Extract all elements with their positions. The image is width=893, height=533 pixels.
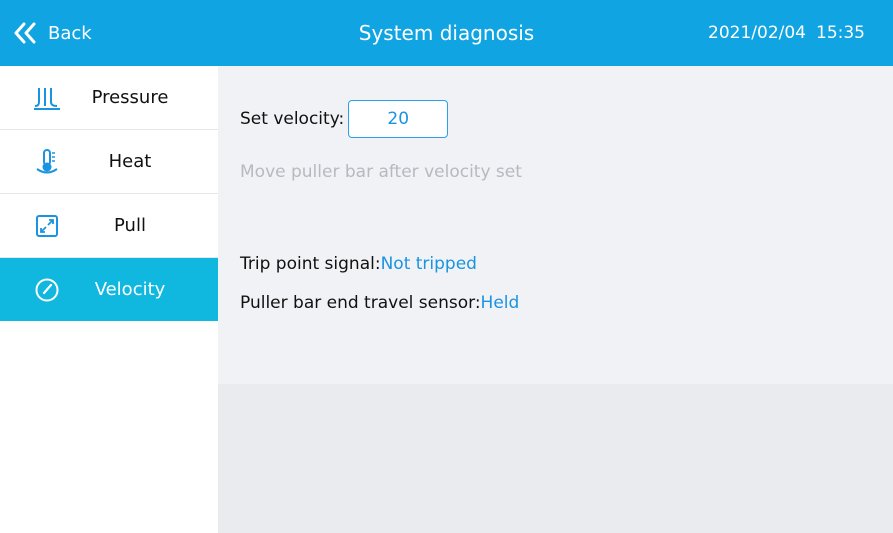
- set-velocity-row: Set velocity:: [240, 100, 449, 138]
- back-button[interactable]: Back: [12, 0, 92, 66]
- travel-sensor-label: Puller bar end travel sensor:: [240, 293, 481, 313]
- sidebar-item-label: Velocity: [94, 279, 166, 300]
- velocity-hint: Move puller bar after velocity set: [240, 162, 522, 182]
- main-content: Set velocity: Move puller bar after velo…: [218, 66, 893, 533]
- trip-signal-row: Trip point signal:Not tripped: [240, 254, 477, 274]
- sidebar: Pressure Heat Pull Velocity: [0, 66, 218, 533]
- header-bar: Back System diagnosis 2021/02/04 15:35: [0, 0, 893, 66]
- double-chevron-left-icon: [14, 22, 36, 44]
- sidebar-item-heat[interactable]: Heat: [0, 130, 218, 194]
- sidebar-item-velocity[interactable]: Velocity: [0, 258, 218, 321]
- travel-sensor-value: Held: [480, 293, 520, 313]
- sidebar-item-label: Heat: [108, 151, 152, 172]
- sidebar-item-pressure[interactable]: Pressure: [0, 66, 218, 130]
- datetime: 2021/02/04 15:35: [708, 0, 865, 66]
- time-text: 15:35: [816, 23, 865, 43]
- sidebar-item-label: Pull: [114, 215, 146, 236]
- trip-signal-value: Not tripped: [380, 254, 477, 274]
- sidebar-item-label: Pressure: [91, 87, 169, 108]
- velocity-panel: Set velocity: Move puller bar after velo…: [218, 66, 893, 384]
- set-velocity-label: Set velocity:: [240, 109, 345, 129]
- sidebar-item-pull[interactable]: Pull: [0, 194, 218, 258]
- travel-sensor-row: Puller bar end travel sensor:Held: [240, 293, 519, 313]
- trip-signal-label: Trip point signal:: [240, 254, 381, 274]
- empty-area: [218, 384, 893, 533]
- date-text: 2021/02/04: [708, 23, 806, 43]
- back-label: Back: [48, 22, 92, 44]
- set-velocity-input[interactable]: [348, 100, 449, 138]
